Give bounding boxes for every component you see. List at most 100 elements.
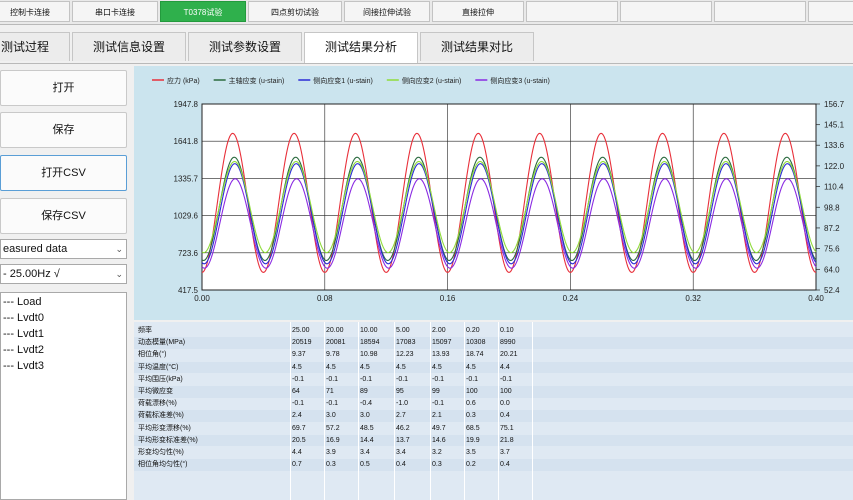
table-cell: 13.93	[432, 351, 450, 359]
top-tab-bar: 控制卡连接 串口卡连接 T0378试验 四点剪切试验 间接拉伸试验 直接拉伸	[0, 0, 853, 25]
table-cell: 3.7	[500, 449, 510, 456]
legend-entry: 侧向应变3 (u-stain)	[490, 76, 550, 85]
tree-item-lvdt1[interactable]: --- Lvdt1	[1, 326, 126, 342]
tab-test-params[interactable]: 测试参数设置	[188, 32, 302, 61]
table-column-divider	[290, 322, 291, 500]
table-row: 动态模量(MPa) 20519 20081 18594 17083 15097 10308 8…	[134, 337, 853, 349]
table-row-label: 平均温度(°C)	[138, 363, 179, 371]
table-row: 荷载漂移(%) -0.1 -0.1 -0.4 -1.0 -0.1 0.6 0.0	[134, 398, 853, 410]
table-cell: 4.5	[466, 363, 476, 371]
table-column-divider	[430, 322, 431, 500]
table-cell: 5.00	[396, 327, 410, 334]
table-column-divider	[324, 322, 325, 500]
tab-test-info[interactable]: 测试信息设置	[72, 32, 186, 61]
tree-item-lvdt3[interactable]: --- Lvdt3	[1, 358, 126, 374]
frequency-value: - 25.00Hz √	[3, 268, 60, 280]
legend-entry: 应力 (kPa)	[167, 76, 200, 85]
table-cell: -0.1	[432, 400, 445, 408]
table-cell: 0.4	[500, 412, 510, 420]
table-cell: -1.0	[396, 400, 409, 408]
table-cell: -0.1	[432, 375, 445, 383]
table-cell: 0.3	[466, 412, 476, 420]
x-tick-label: 0.40	[808, 294, 824, 303]
table-cell: 3.2	[432, 449, 442, 456]
table-row-label: 相位角(°)	[138, 351, 167, 359]
table-row-label: 动态模量(MPa)	[138, 339, 186, 347]
table-cell: 0.6	[466, 400, 476, 408]
table-cell: 4.4	[292, 449, 302, 456]
table-row-label: 荷载标准差(%)	[138, 412, 184, 420]
table-cell: 0.7	[292, 461, 302, 469]
table-row: 平均形变漂移(%) 69.7 57.2 48.5 46.2 49.7 68.5 75.1	[134, 423, 853, 435]
table-cell: 14.4	[360, 436, 374, 444]
top-tab-indirect-tension[interactable]: 间接拉伸试验	[344, 1, 430, 22]
x-tick-label: 0.24	[563, 294, 579, 303]
x-tick-label: 0.00	[194, 294, 210, 303]
frequency-select[interactable]: - 25.00Hz √ ⌄	[0, 264, 127, 284]
table-cell: 4.5	[432, 363, 442, 371]
table-cell: 19.9	[466, 436, 480, 444]
table-cell: 2.1	[432, 412, 442, 420]
table-cell: 0.2	[466, 461, 476, 469]
y-left-tick-label: 1947.8	[174, 100, 199, 109]
table-cell: 18594	[360, 339, 380, 347]
save-csv-button[interactable]: 保存CSV	[0, 198, 127, 234]
table-cell: 0.20	[466, 327, 480, 334]
top-tab-empty-4	[808, 1, 853, 22]
table-row: 平均围压(kPa) -0.1 -0.1 -0.1 -0.1 -0.1 -0.1 -0.1	[134, 374, 853, 386]
table-cell: 68.5	[466, 424, 480, 432]
tab-result-analysis[interactable]: 测试结果分析	[304, 32, 418, 63]
table-column-divider	[532, 322, 533, 500]
y-left-tick-label: 723.6	[178, 249, 199, 258]
y-right-tick-label: 145.1	[824, 121, 845, 130]
table-row: 相位角均匀性(°) 0.7 0.3 0.5 0.4 0.3 0.2 0.4	[134, 459, 853, 471]
open-button[interactable]: 打开	[0, 70, 127, 106]
table-cell: 4.5	[396, 363, 406, 371]
top-tab-direct-tension[interactable]: 直接拉伸	[432, 1, 524, 22]
table-cell: -0.1	[326, 400, 339, 408]
table-cell: -0.1	[326, 375, 339, 383]
table-row-label: 形变均匀性(%)	[138, 449, 184, 456]
table-cell: -0.1	[360, 375, 373, 383]
table-cell: 69.7	[292, 424, 306, 432]
y-right-tick-label: 122.0	[824, 162, 845, 171]
table-row-label: 平均形变标准差(%)	[138, 436, 198, 444]
table-column-divider	[498, 322, 499, 500]
tree-item-lvdt0[interactable]: --- Lvdt0	[1, 310, 126, 326]
data-type-select[interactable]: easured data ⌄	[0, 239, 127, 259]
top-tab-four-point[interactable]: 四点剪切试验	[248, 1, 342, 22]
table-cell: 17083	[396, 339, 416, 347]
table-cell: 57.2	[326, 424, 340, 432]
top-tab-empty-2	[620, 1, 712, 22]
top-tab-serial-card[interactable]: 串口卡连接	[72, 1, 158, 22]
table-cell: 25.00	[292, 327, 310, 334]
table-cell: 20519	[292, 339, 312, 347]
top-tab-control-card[interactable]: 控制卡连接	[0, 1, 70, 22]
y-right-tick-label: 98.8	[824, 203, 840, 212]
top-tab-t0378[interactable]: T0378试验	[160, 1, 246, 22]
data-type-value: easured data	[3, 243, 68, 255]
table-row-label: 平均形变漂移(%)	[138, 424, 191, 432]
tree-item-lvdt2[interactable]: --- Lvdt2	[1, 342, 126, 358]
y-right-tick-label: 52.4	[824, 286, 840, 295]
tab-result-compare[interactable]: 测试结果对比	[420, 32, 534, 61]
table-cell: 10.98	[360, 351, 378, 359]
open-csv-button[interactable]: 打开CSV	[0, 155, 127, 191]
table-cell: 0.4	[500, 461, 510, 469]
tab-test-process[interactable]: 测试过程	[0, 32, 70, 61]
x-tick-label: 0.08	[317, 294, 333, 303]
save-button[interactable]: 保存	[0, 112, 127, 148]
table-cell: 3.0	[360, 412, 370, 420]
y-right-tick-label: 64.0	[824, 265, 840, 274]
table-cell: 0.3	[432, 461, 442, 469]
table-cell: 49.7	[432, 424, 446, 432]
table-cell: 2.00	[432, 327, 446, 334]
table-row: 形变均匀性(%) 4.4 3.9 3.4 3.4 3.2 3.5 3.7	[134, 447, 853, 459]
chevron-down-icon: ⌄	[115, 244, 123, 254]
tree-item-load[interactable]: --- Load	[1, 294, 126, 310]
table-cell: 18.74	[466, 351, 484, 359]
table-cell: 13.7	[396, 436, 410, 444]
table-cell: 3.4	[360, 449, 370, 456]
table-cell: -0.1	[292, 400, 305, 408]
table-column-divider	[394, 322, 395, 500]
